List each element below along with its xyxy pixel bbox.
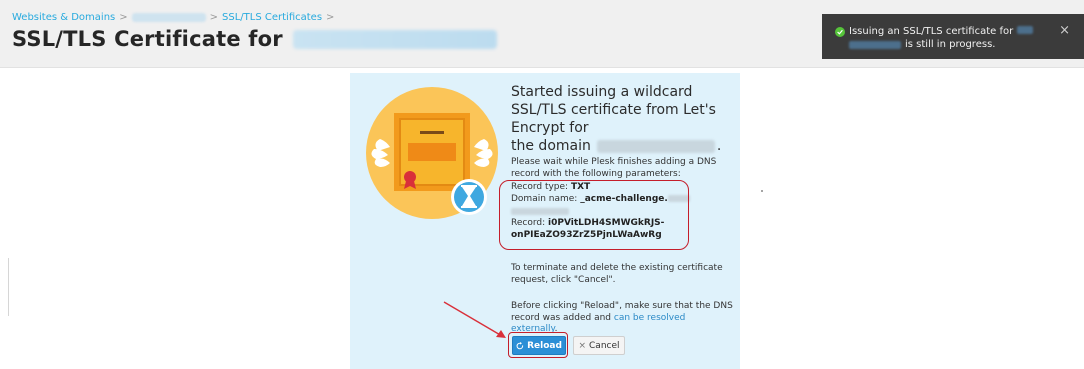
breadcrumb-ssl-tls-certificates[interactable]: SSL/TLS Certificates (222, 12, 322, 23)
reload-button[interactable]: Reload (512, 336, 566, 355)
terminate-message: To terminate and delete the existing cer… (511, 263, 723, 285)
page-title-domain-redacted (292, 29, 497, 49)
success-check-icon (835, 27, 845, 37)
breadcrumb-separator: > (326, 12, 335, 23)
breadcrumb-domain-redacted[interactable] (131, 13, 206, 22)
breadcrumb-separator: > (209, 12, 219, 23)
toast-text: is still in progress. (905, 39, 996, 50)
breadcrumb: Websites & Domains > > SSL/TLS Certifica… (12, 12, 338, 23)
certificate-illustration-icon (366, 87, 498, 219)
toast-domain-redacted (849, 40, 901, 49)
divider (8, 258, 9, 316)
heading-text: Started issuing a wildcard SSL/TLS certi… (511, 84, 716, 136)
heading-domain-line: the domain . (511, 137, 735, 155)
reload-button-label: Reload (527, 340, 562, 351)
close-icon[interactable]: × (1059, 24, 1070, 37)
refresh-icon (516, 341, 524, 349)
heading-text: . (716, 138, 722, 154)
decorative-dot (761, 190, 763, 192)
page-title-text: SSL/TLS Certificate for (12, 27, 283, 51)
close-icon: × (578, 340, 587, 351)
cancel-button[interactable]: × Cancel (573, 336, 625, 355)
before-reload-message: Before clicking "Reload", make sure that… (511, 301, 733, 336)
toast-text: Issuing an SSL/TLS certificate for (849, 26, 1014, 37)
cancel-button-label: Cancel (589, 340, 620, 351)
breadcrumb-websites-domains[interactable]: Websites & Domains (12, 12, 115, 23)
annotation-arrow-icon (443, 301, 506, 338)
toast-domain-redacted (1017, 26, 1034, 34)
toast-message-line2: is still in progress. (849, 38, 995, 51)
annotation-highlight-box (499, 180, 689, 250)
heading-domain-redacted (596, 139, 715, 153)
toast-message-line1: Issuing an SSL/TLS certificate for (849, 25, 1034, 38)
notification-toast: Issuing an SSL/TLS certificate for is st… (822, 14, 1084, 59)
breadcrumb-separator: > (119, 12, 128, 23)
heading-text: the domain (511, 138, 591, 154)
page-title: SSL/TLS Certificate for (12, 27, 497, 51)
panel-heading: Started issuing a wildcard SSL/TLS certi… (511, 83, 735, 155)
wait-message: Please wait while Plesk finishes adding … (511, 157, 717, 179)
